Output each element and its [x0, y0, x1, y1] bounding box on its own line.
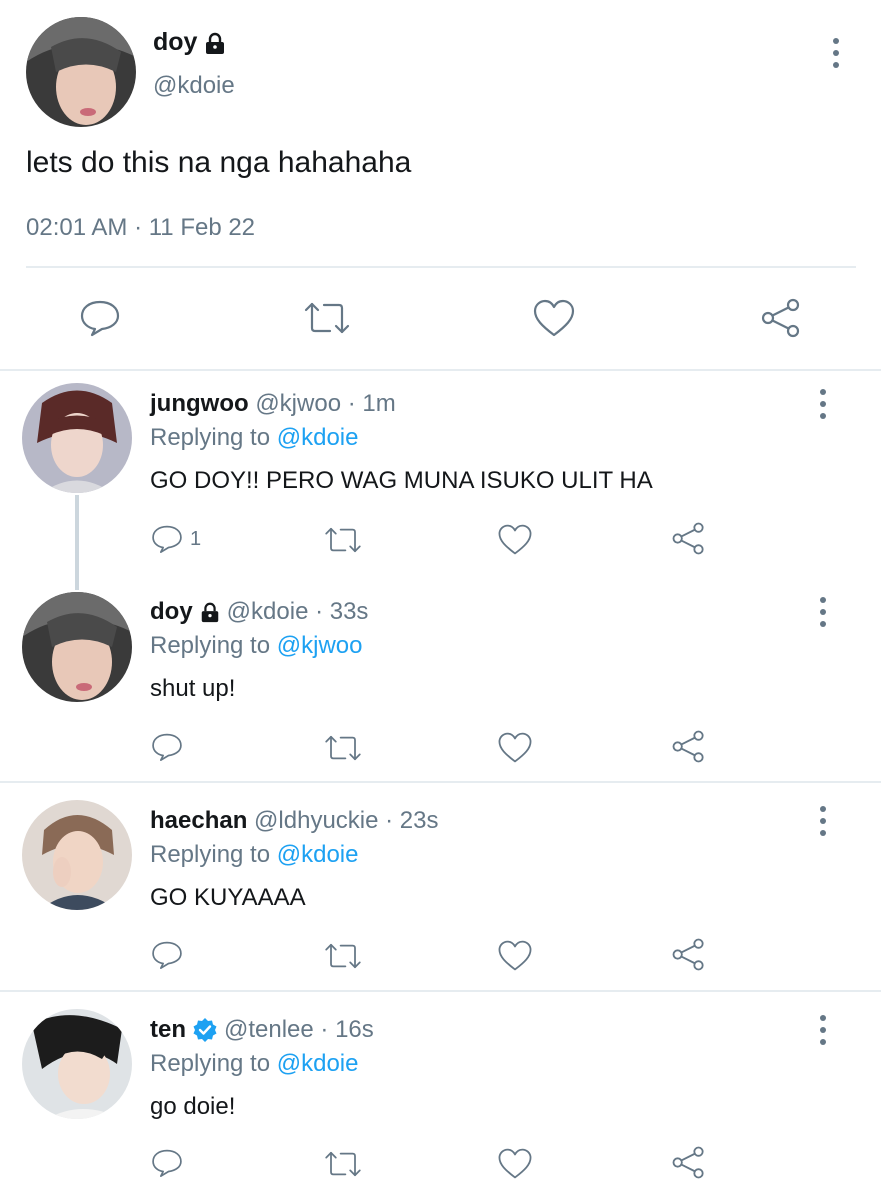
share-icon[interactable]	[671, 937, 706, 977]
avatar[interactable]	[22, 383, 132, 493]
like-icon[interactable]	[497, 731, 533, 769]
verified-badge-icon	[192, 1017, 218, 1043]
handle-time[interactable]: @ldhyuckie · 23s	[254, 807, 438, 834]
reply-header: doy @kdoie · 33s	[150, 598, 368, 626]
avatar[interactable]	[26, 17, 136, 127]
avatar[interactable]	[22, 592, 132, 702]
reply-tweet[interactable]: ten @tenlee · 16s Replying to @kdoie go …	[0, 998, 881, 1200]
lock-icon	[199, 601, 221, 623]
replying-label: Replying to	[150, 632, 271, 659]
reply-icon[interactable]	[78, 298, 122, 343]
replying-to: Replying to @kdoie	[150, 1050, 359, 1078]
handle-time[interactable]: @kjwoo · 1m	[255, 390, 395, 417]
tweet-text: lets do this na nga hahahaha	[26, 146, 412, 179]
section-divider	[0, 781, 881, 783]
handle-time[interactable]: @kdoie · 33s	[227, 598, 369, 626]
more-options-icon[interactable]	[818, 1015, 828, 1045]
retweet-icon[interactable]	[323, 1149, 363, 1184]
reply-text: GO KUYAAAA	[150, 884, 306, 911]
reply-icon[interactable]	[150, 523, 184, 555]
mention-link[interactable]: @kdoie	[277, 1050, 359, 1077]
reply-tweet[interactable]: doy @kdoie · 33s Replying to @kjwoo shut…	[0, 580, 881, 780]
reply-header: haechan @ldhyuckie · 23s	[150, 807, 439, 835]
display-name[interactable]: ten	[150, 1016, 186, 1044]
reply-tweet[interactable]: jungwoo @kjwoo · 1m Replying to @kdoie G…	[0, 372, 881, 590]
more-options-icon[interactable]	[818, 389, 828, 419]
mention-link[interactable]: @kjwoo	[277, 632, 363, 659]
share-icon[interactable]	[671, 729, 706, 769]
reply-tweet[interactable]: haechan @ldhyuckie · 23s Replying to @kd…	[0, 789, 881, 989]
replying-label: Replying to	[150, 424, 271, 451]
more-options-icon[interactable]	[818, 597, 828, 627]
divider	[26, 266, 856, 268]
like-icon[interactable]	[497, 523, 533, 561]
like-icon[interactable]	[497, 1147, 533, 1185]
display-name[interactable]: doy	[153, 28, 197, 57]
replying-label: Replying to	[150, 841, 271, 868]
retweet-icon[interactable]	[323, 941, 363, 976]
share-icon[interactable]	[671, 1145, 706, 1185]
lock-icon	[203, 31, 227, 55]
like-icon[interactable]	[497, 939, 533, 977]
reply-count: 1	[190, 527, 202, 550]
replying-to: Replying to @kdoie	[150, 424, 359, 452]
main-tweet-name-row: doy	[153, 28, 227, 57]
retweet-icon[interactable]	[302, 300, 352, 341]
reply-text: GO DOY!! PERO WAG MUNA ISUKO ULIT HA	[150, 467, 653, 494]
reply-header: ten @tenlee · 16s	[150, 1016, 374, 1044]
like-icon[interactable]	[532, 298, 576, 343]
retweet-icon[interactable]	[323, 733, 363, 768]
avatar[interactable]	[22, 1009, 132, 1119]
share-icon[interactable]	[760, 297, 802, 344]
display-name[interactable]: haechan	[150, 807, 247, 834]
more-options-icon[interactable]	[818, 806, 828, 836]
mention-link[interactable]: @kdoie	[277, 841, 359, 868]
share-icon[interactable]	[671, 521, 706, 561]
reply-header: jungwoo @kjwoo · 1m	[150, 390, 396, 418]
avatar[interactable]	[22, 800, 132, 910]
replying-to: Replying to @kjwoo	[150, 632, 362, 660]
mention-link[interactable]: @kdoie	[277, 424, 359, 451]
reply-text: go doie!	[150, 1093, 236, 1120]
section-divider	[0, 990, 881, 992]
replying-to: Replying to @kdoie	[150, 841, 359, 869]
reply-icon[interactable]	[150, 939, 184, 976]
timestamp[interactable]: 02:01 AM · 11 Feb 22	[26, 214, 255, 242]
main-tweet: doy @kdoie lets do this na nga hahahaha …	[0, 0, 881, 370]
display-name[interactable]: jungwoo	[150, 390, 249, 417]
more-options-icon[interactable]	[831, 38, 841, 68]
section-divider	[0, 369, 881, 371]
replying-label: Replying to	[150, 1050, 271, 1077]
retweet-icon[interactable]	[323, 525, 363, 560]
display-name[interactable]: doy	[150, 598, 193, 626]
reply-icon[interactable]	[150, 731, 184, 768]
handle-time[interactable]: @tenlee · 16s	[224, 1016, 374, 1044]
reply-text: shut up!	[150, 675, 236, 702]
handle[interactable]: @kdoie	[153, 72, 235, 100]
reply-action[interactable]: 1	[150, 523, 201, 555]
reply-icon[interactable]	[150, 1147, 184, 1184]
thread-line	[75, 495, 79, 590]
